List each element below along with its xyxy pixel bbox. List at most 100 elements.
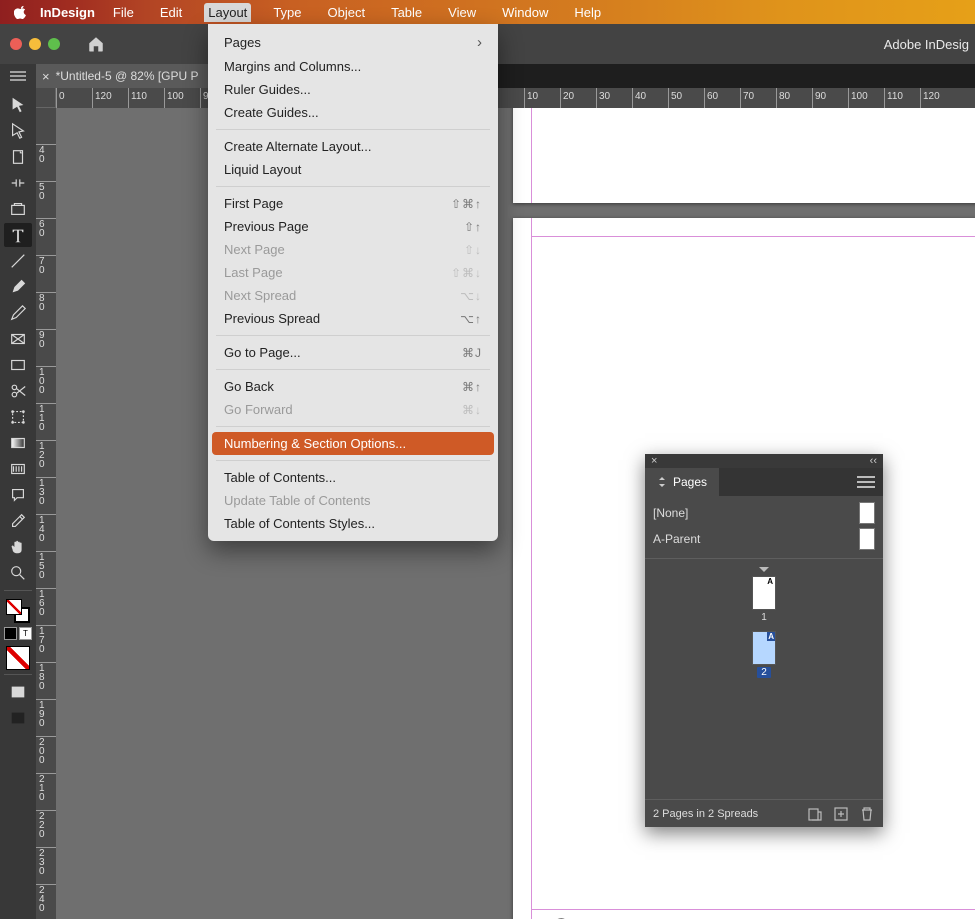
gradient-swatch-tool[interactable] [4,431,32,455]
pages-panel-tab[interactable]: Pages [645,468,719,496]
eyedropper-tool[interactable] [4,509,32,533]
document-tab[interactable]: × *Untitled-5 @ 82% [GPU P [36,64,209,88]
masters-section: [None] A-Parent [645,496,883,556]
page-thumb-2[interactable]: A [752,631,776,665]
document-page[interactable] [513,108,975,203]
ruler-tick: 60 [704,88,736,108]
new-page-icon[interactable] [833,806,849,822]
menu-view[interactable]: View [444,3,480,22]
note-tool[interactable] [4,483,32,507]
ruler-tick: 130 [36,477,56,506]
close-tab-icon[interactable]: × [42,69,50,84]
menu-item[interactable]: Table of Contents Styles... [208,512,498,535]
menu-item[interactable]: Margins and Columns... [208,55,498,78]
pages-panel[interactable]: × ‹‹ Pages [None] A-Parent A 1 A 2 2 Pag… [645,454,883,827]
menu-item[interactable]: Create Alternate Layout... [208,135,498,158]
rectangle-tool[interactable] [4,353,32,377]
home-icon[interactable] [86,35,106,53]
menu-item-shortcut: ⌘↓ [462,403,482,417]
gap-tool[interactable] [4,171,32,195]
panel-toggle-button[interactable] [0,64,36,88]
scissors-tool[interactable] [4,379,32,403]
menu-item[interactable]: Pages [208,30,498,55]
menu-table[interactable]: Table [387,3,426,22]
menu-item[interactable]: Previous Spread ⌥↑ [208,307,498,330]
rectangle-frame-tool[interactable] [4,327,32,351]
window-minimize-button[interactable] [29,38,41,50]
menu-item[interactable]: Previous Page⇧↑ [208,215,498,238]
menu-window[interactable]: Window [498,3,552,22]
horizontal-ruler[interactable]: 0120110100900102030405060708090100110120 [56,88,975,108]
ruler-tick: 110 [884,88,916,108]
ruler-tick: 20 [560,88,592,108]
menu-item-shortcut: ⌥↑ [460,312,482,326]
master-a-parent[interactable]: A-Parent [653,526,875,552]
selection-tool[interactable] [4,93,32,117]
menu-layout[interactable]: Layout [204,3,251,22]
app-title: Adobe InDesig [884,37,969,52]
ruler-tick: 100 [848,88,880,108]
ruler-origin[interactable] [36,88,56,108]
page-tool[interactable] [4,145,32,169]
apply-color-button[interactable] [4,627,17,640]
pages-list[interactable]: A 1 A 2 [645,561,883,799]
menu-item-label: Table of Contents... [224,470,336,485]
menu-item[interactable]: Numbering & Section Options... [212,432,494,455]
page-thumb-1[interactable]: A [752,576,776,610]
panel-collapse-icon[interactable]: ‹‹ [870,455,877,467]
window-maximize-button[interactable] [48,38,60,50]
hand-tool[interactable] [4,535,32,559]
menu-item[interactable]: Table of Contents... [208,466,498,489]
menu-item[interactable]: Go Back⌘↑ [208,375,498,398]
formatting-swatch[interactable] [6,646,30,670]
menu-item-label: Create Guides... [224,105,319,120]
menu-item-label: Go to Page... [224,345,301,360]
menu-file[interactable]: File [109,3,138,22]
window-close-button[interactable] [10,38,22,50]
delete-page-icon[interactable] [859,806,875,822]
ruler-tick: 40 [36,144,56,164]
panel-close-icon[interactable]: × [651,455,657,467]
panel-menu-icon[interactable] [857,476,875,488]
page-size-icon[interactable] [807,806,823,822]
menu-item[interactable]: First Page⇧⌘↑ [208,192,498,215]
menu-item[interactable]: Ruler Guides... [208,78,498,101]
menu-item[interactable]: Create Guides... [208,101,498,124]
menu-item-label: Pages [224,35,261,50]
master-none[interactable]: [None] [653,500,875,526]
menu-item[interactable]: Liquid Layout [208,158,498,181]
menu-item-label: Previous Spread [224,311,320,326]
zoom-tool[interactable] [4,561,32,585]
menu-edit[interactable]: Edit [156,3,186,22]
apply-text-button[interactable]: T [19,627,32,640]
ruler-tick: 60 [36,218,56,238]
view-mode-normal[interactable] [4,680,32,704]
menu-separator [216,369,490,370]
menu-type[interactable]: Type [269,3,305,22]
panel-titlebar[interactable]: × ‹‹ [645,454,883,468]
vertical-ruler[interactable]: 4050607080901001101201301401501601701801… [36,108,56,919]
free-transform-tool[interactable] [4,405,32,429]
ruler-tick: 30 [596,88,628,108]
ruler-tick: 100 [164,88,196,108]
pen-tool[interactable] [4,275,32,299]
pencil-tool[interactable] [4,301,32,325]
fill-stroke-swatch[interactable] [6,599,30,623]
page-master-badge: A [767,577,773,586]
menu-item-label: Numbering & Section Options... [224,436,406,451]
view-mode-preview[interactable] [4,706,32,730]
menu-help[interactable]: Help [570,3,605,22]
gradient-feather-tool[interactable] [4,457,32,481]
type-tool[interactable] [4,223,32,247]
app-name: InDesign [40,5,95,20]
ruler-tick: 210 [36,773,56,802]
menu-item[interactable]: Go to Page...⌘J [208,341,498,364]
direct-selection-tool[interactable] [4,119,32,143]
pages-panel-footer: 2 Pages in 2 Spreads [645,799,883,827]
content-collector-tool[interactable] [4,197,32,221]
menu-object[interactable]: Object [324,3,370,22]
master-thumb [859,528,875,550]
ruler-tick: 40 [632,88,664,108]
ruler-tick: 200 [36,736,56,765]
line-tool[interactable] [4,249,32,273]
